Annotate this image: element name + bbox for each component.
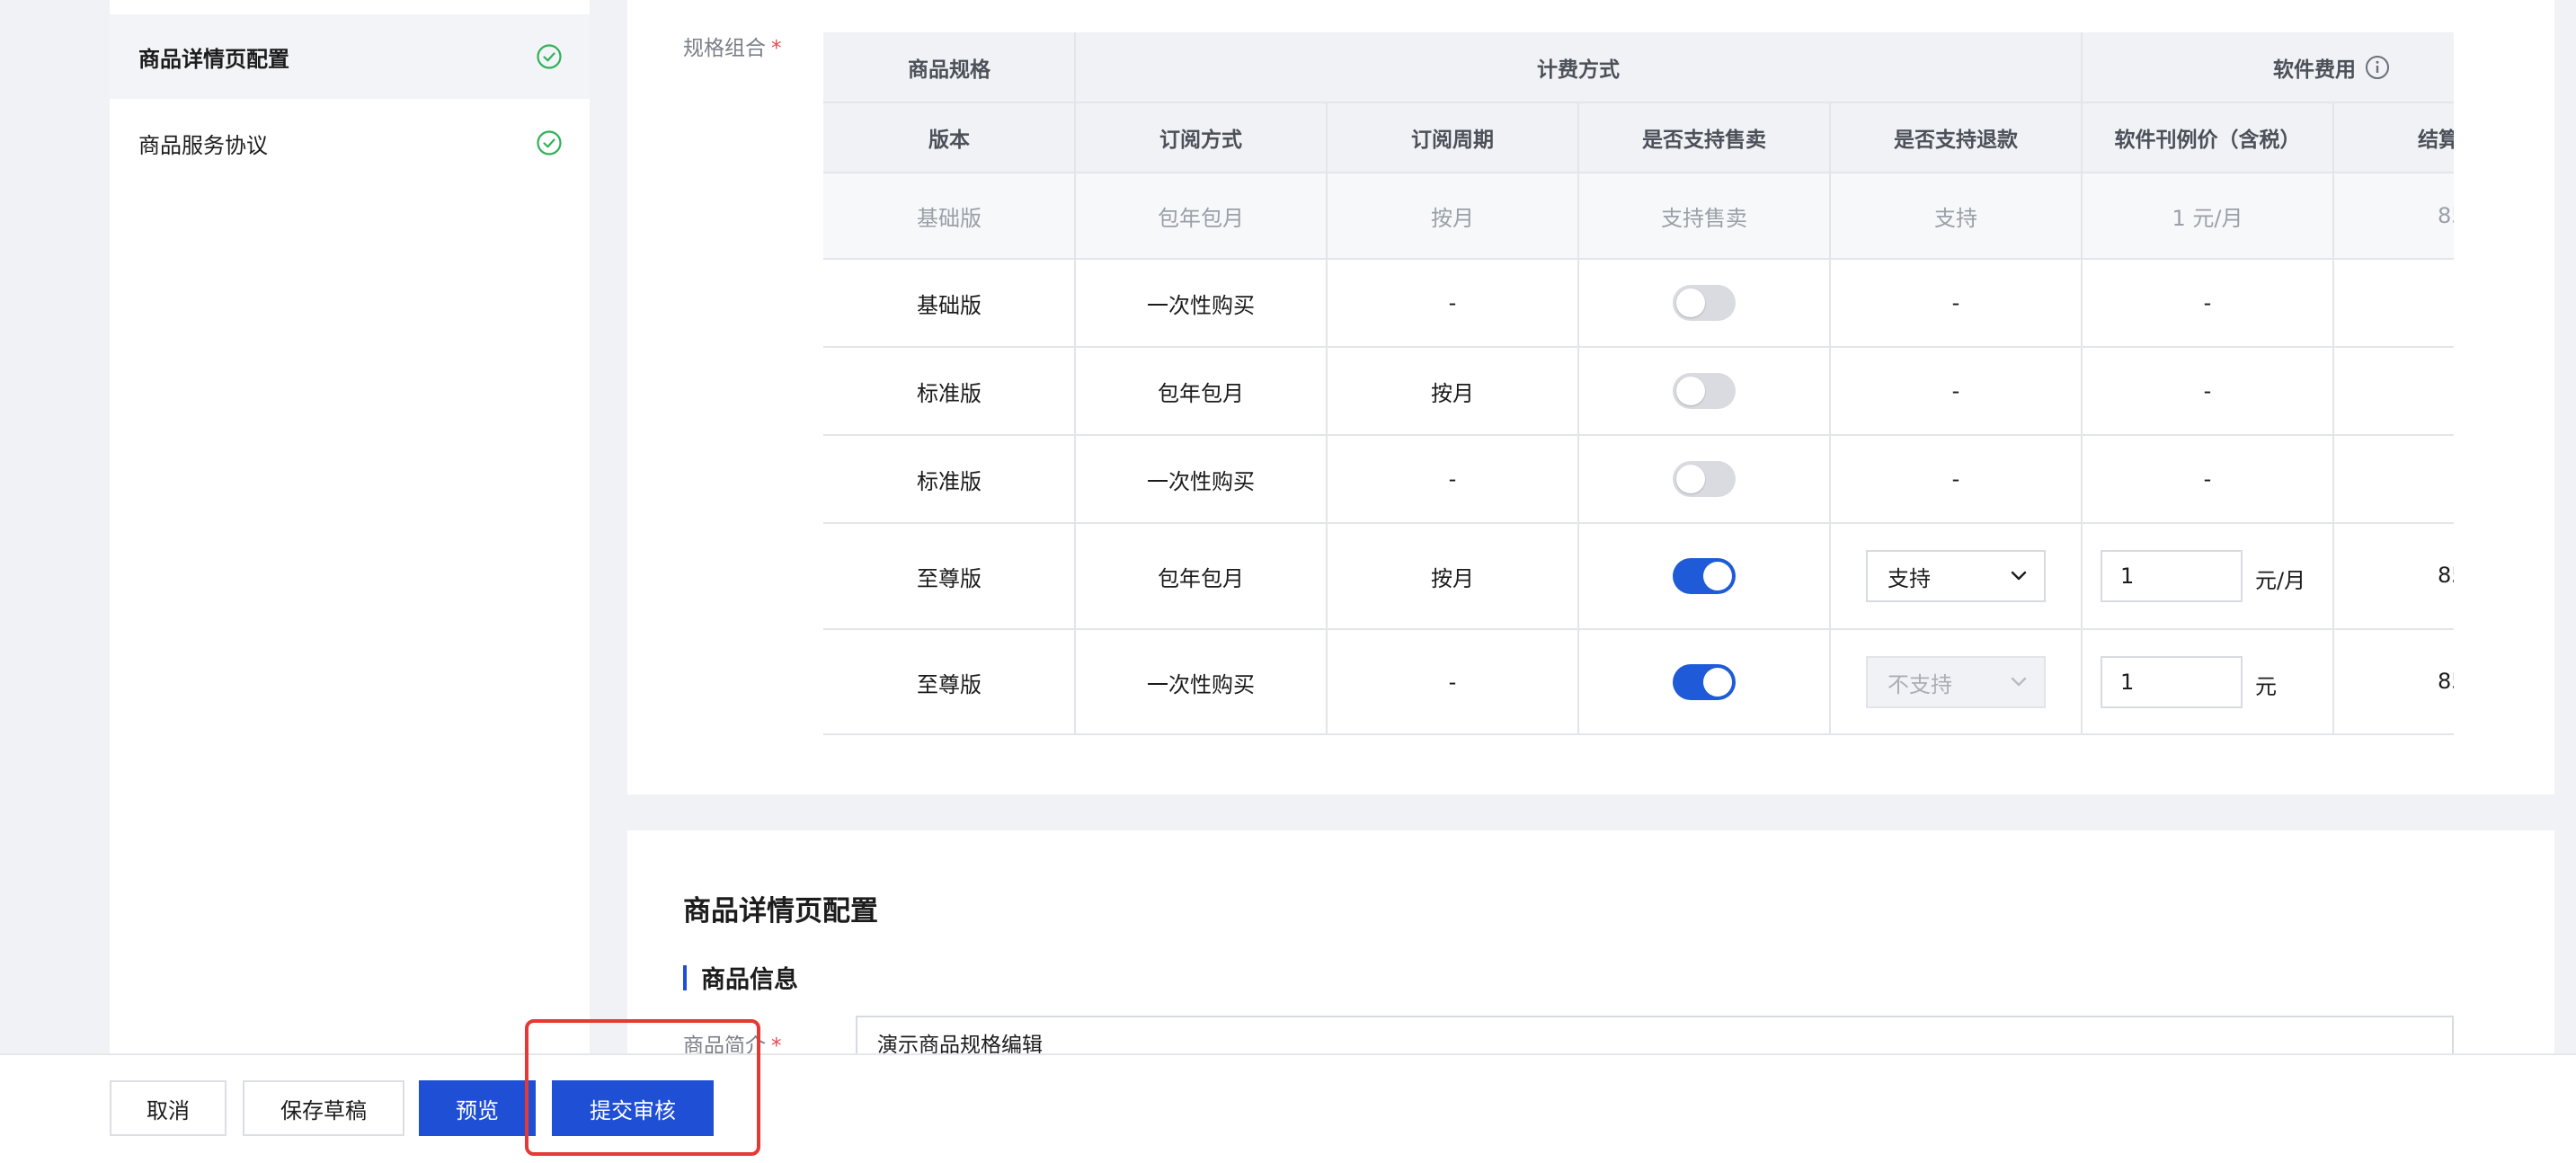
sale-toggle[interactable] [1673, 664, 1736, 700]
refund-select[interactable]: 支持 [1866, 550, 2046, 602]
info-icon[interactable] [2365, 55, 2390, 80]
sidebar-item-label: 商品服务协议 [138, 132, 268, 158]
table-divider [823, 346, 2454, 348]
row-sale-cell [1578, 435, 1830, 523]
col-refund: 是否支持退款 [1830, 102, 2082, 173]
row-method: 一次性购买 [1147, 292, 1255, 318]
table-divider [1326, 102, 1328, 735]
sidebar-item-detail-config[interactable]: 商品详情页配置 [110, 14, 590, 99]
sale-toggle[interactable] [1673, 461, 1736, 497]
spec-table: 商品规格 计费方式 软件费用 版本 订阅方式 订阅周期 是否支持售卖 是否支持退… [823, 32, 2454, 735]
chevron-down-icon [2011, 677, 2027, 687]
price-input[interactable] [2101, 550, 2243, 602]
toggle-knob [1703, 668, 1732, 697]
table-divider [2332, 102, 2334, 735]
row-settle: 85 [2438, 563, 2454, 588]
row-sale-cell [1578, 629, 1830, 735]
save-draft-button[interactable]: 保存草稿 [243, 1080, 404, 1136]
sidebar-item-label: 商品详情页配置 [138, 46, 289, 72]
preview-period: 按月 [1431, 205, 1474, 231]
table-divider [823, 258, 2454, 260]
toggle-knob [1703, 562, 1732, 590]
header-billing-group: 计费方式 [1075, 32, 2082, 102]
sale-toggle[interactable] [1673, 285, 1736, 321]
row-edition: 至尊版 [917, 671, 982, 697]
preview-settle: 85 [2438, 203, 2454, 228]
cancel-button[interactable]: 取消 [110, 1080, 227, 1136]
col-settle: 结算 [2333, 102, 2454, 173]
toggle-knob [1676, 377, 1705, 405]
row-sale-cell [1578, 347, 1830, 435]
row-period: - [1448, 670, 1457, 695]
section-accent-bar [683, 965, 687, 990]
header-software-fee-group: 软件费用 [2082, 32, 2454, 102]
check-circle-icon [537, 44, 562, 69]
section-title: 商品详情页配置 [683, 895, 878, 928]
spec-combination-label: 规格组合 * [683, 37, 782, 60]
row-method: 一次性购买 [1147, 468, 1255, 494]
price-unit: 元 [2255, 674, 2277, 699]
row-edition: 标准版 [917, 468, 982, 494]
table-divider [823, 172, 2454, 173]
sale-toggle[interactable] [1673, 558, 1736, 594]
preview-refund: 支持 [1934, 205, 1977, 231]
row-refund: - [1951, 290, 1960, 315]
toggle-knob [1676, 465, 1705, 493]
row-edition: 标准版 [917, 380, 982, 406]
table-divider [1074, 32, 1076, 735]
row-price: - [2203, 290, 2212, 315]
col-sale: 是否支持售卖 [1578, 102, 1830, 173]
row-price: - [2203, 466, 2212, 492]
row-method: 一次性购买 [1147, 671, 1255, 697]
sidebar-item-service-agreement[interactable]: 商品服务协议 [110, 101, 590, 185]
row-period: 按月 [1431, 380, 1474, 406]
preview-sale: 支持售卖 [1661, 205, 1747, 231]
row-edition: 基础版 [917, 292, 982, 318]
row-sale-cell [1578, 259, 1830, 347]
step-sidebar: 商品详情页配置 商品服务协议 [110, 0, 590, 1061]
table-divider [823, 102, 2454, 103]
table-divider [823, 434, 2454, 436]
row-sale-cell [1578, 523, 1830, 629]
preview-method: 包年包月 [1158, 205, 1244, 231]
preview-edition: 基础版 [917, 205, 982, 231]
subsection-title: 商品信息 [701, 966, 798, 994]
row-price: - [2203, 378, 2212, 404]
price-input[interactable] [2101, 656, 2243, 708]
table-divider [1577, 102, 1579, 735]
table-divider [2081, 32, 2083, 735]
table-divider [823, 733, 2454, 735]
row-edition: 至尊版 [917, 565, 982, 591]
col-method: 订阅方式 [1075, 102, 1327, 173]
row-refund: - [1951, 466, 1960, 492]
chevron-down-icon [2011, 571, 2027, 581]
table-divider [823, 522, 2454, 524]
submit-review-button[interactable]: 提交审核 [552, 1080, 714, 1136]
refund-select: 不支持 [1866, 656, 2046, 708]
sale-toggle[interactable] [1673, 373, 1736, 409]
row-method: 包年包月 [1158, 565, 1244, 591]
header-spec-group: 商品规格 [823, 32, 1075, 102]
row-settle: 85 [2438, 669, 2454, 694]
col-price: 软件刊例价（含税） [2082, 102, 2333, 173]
row-period: - [1448, 290, 1457, 315]
row-period: - [1448, 466, 1457, 492]
preview-button[interactable]: 预览 [419, 1080, 536, 1136]
check-circle-icon [537, 130, 562, 155]
toggle-knob [1676, 289, 1705, 317]
col-edition: 版本 [823, 102, 1075, 173]
table-divider [1829, 102, 1831, 735]
preview-price: 1 元/月 [2172, 205, 2243, 231]
table-divider [823, 628, 2454, 630]
row-period: 按月 [1431, 565, 1474, 591]
price-unit: 元/月 [2255, 568, 2306, 593]
row-refund: - [1951, 378, 1960, 404]
col-period: 订阅周期 [1327, 102, 1578, 173]
row-method: 包年包月 [1158, 380, 1244, 406]
